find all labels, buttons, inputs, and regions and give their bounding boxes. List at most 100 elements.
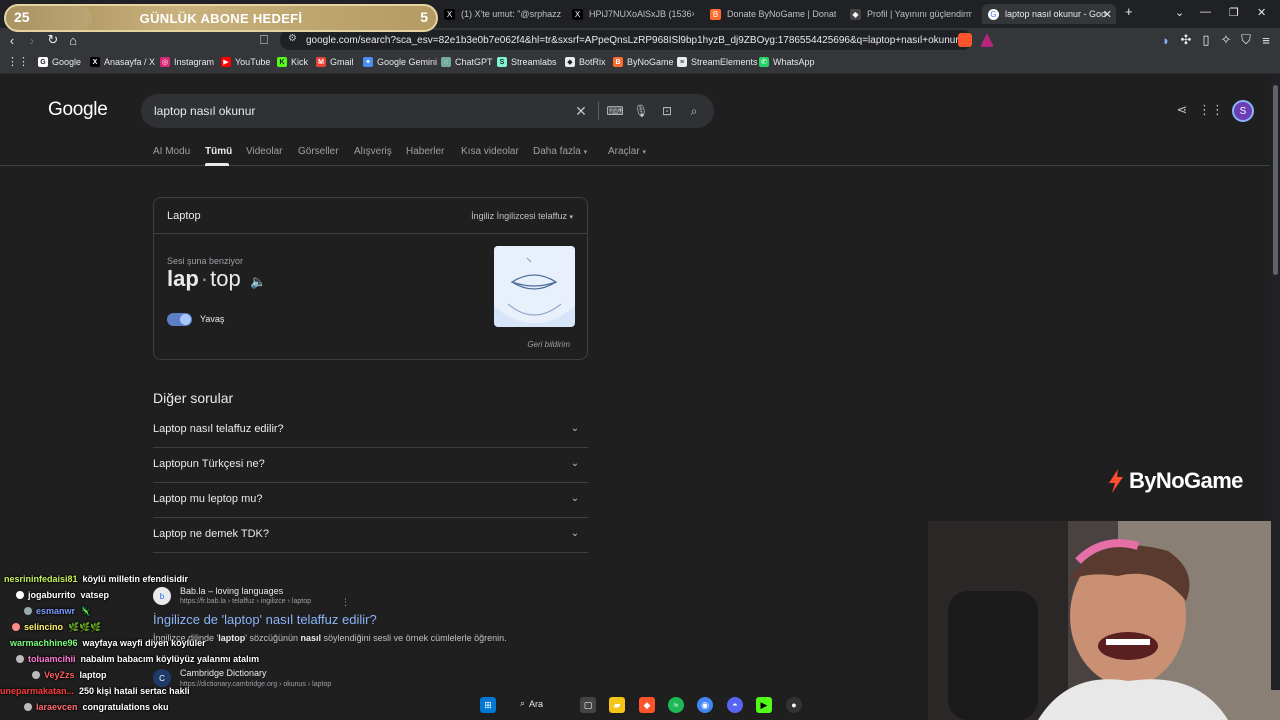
google-logo[interactable]: Google xyxy=(48,99,108,121)
browser-tab[interactable]: X HPiJ7NUXoAlSxJB (1536×2048 xyxy=(566,4,694,24)
scroll-thumb[interactable] xyxy=(1273,85,1278,275)
back-icon[interactable]: ‹ xyxy=(4,32,20,48)
apps-icon[interactable]: ⋮⋮ xyxy=(7,55,29,68)
new-tab-icon[interactable]: + xyxy=(1125,4,1133,19)
google-apps-icon[interactable]: ⋮⋮ xyxy=(1198,102,1224,118)
bookmark-item[interactable]: ✆ WhatsApp xyxy=(759,57,815,67)
tab-ai-mode[interactable]: AI Modu xyxy=(153,146,190,157)
browser-tab[interactable]: ◆ Profil | Yayınını güçlendirmek xyxy=(844,4,972,24)
bookmark-item[interactable]: X Anasayfa / X xyxy=(90,57,155,67)
result-site-name[interactable]: Cambridge Dictionary xyxy=(180,668,267,678)
speaker-icon[interactable]: 🔈 xyxy=(250,274,266,290)
chrome-icon[interactable]: ◉ xyxy=(697,697,713,713)
tab-short-videos[interactable]: Kısa videolar xyxy=(461,146,519,157)
bookmark-icon[interactable]: ⎕ xyxy=(256,32,272,48)
menu-icon[interactable]: ≡ xyxy=(1258,32,1274,48)
forward-icon[interactable]: › xyxy=(24,32,40,48)
question-item[interactable]: Laptopun Türkçesi ne? ⌄ xyxy=(153,448,588,483)
chat-username: warmachhine96 xyxy=(10,638,78,648)
result-url[interactable]: https://fr.bab.la › telaffuz › ingilizce… xyxy=(180,598,311,605)
windows-start-icon[interactable]: ⊞ xyxy=(480,697,496,713)
bookmark-item[interactable]: G Google xyxy=(38,57,81,67)
tab-tools[interactable]: Araçlar ▾ xyxy=(608,146,646,157)
browser-tab[interactable]: B Donate ByNoGame | Donation xyxy=(704,4,836,24)
brave-icon[interactable]: ◆ xyxy=(639,697,655,713)
search-icon: ⌕ xyxy=(520,698,526,708)
webcam-image xyxy=(928,521,1280,720)
minimize-icon[interactable]: — xyxy=(1200,6,1211,18)
bookmark-item[interactable]: K Kick xyxy=(277,57,308,67)
bookmark-icon: ≡ xyxy=(677,57,687,67)
goal-target: 5 xyxy=(420,9,428,25)
browser-tab-active[interactable]: G laptop nasıl okunur - Goo ✕ xyxy=(982,4,1116,24)
caret-down-icon: ▾ xyxy=(583,149,588,156)
bynogame-icon: B xyxy=(710,8,721,20)
home-icon[interactable]: ⌂ xyxy=(65,32,81,48)
bookmark-item[interactable]: ✦ Google Gemini xyxy=(363,57,437,67)
tab-news[interactable]: Haberler xyxy=(406,146,444,157)
brave-rewards-icon[interactable] xyxy=(980,33,994,47)
bookmark-item[interactable]: M Gmail xyxy=(316,57,354,67)
brave-shield-icon[interactable] xyxy=(958,33,972,47)
close-tab-icon[interactable]: ✕ xyxy=(1103,8,1112,21)
maximize-icon[interactable]: ❐ xyxy=(1229,6,1239,19)
keyboard-icon[interactable]: ⌨ xyxy=(606,103,623,119)
bookmark-item[interactable]: B ByNoGame xyxy=(613,57,674,67)
task-view-icon[interactable]: ▢ xyxy=(580,697,596,713)
search-input[interactable]: laptop nasıl okunur ✕ ⌨ 🎙 ⊡ ⌕ xyxy=(141,94,714,128)
address-bar[interactable]: ⚙ google.com/search?sca_esv=82e1b3e0b7e0… xyxy=(280,30,972,50)
bookmark-icon: ✦ xyxy=(363,57,373,67)
x-icon: X xyxy=(444,8,455,20)
site-info-icon[interactable]: ⚙ xyxy=(288,33,297,44)
reload-icon[interactable]: ↻ xyxy=(45,32,61,48)
tab-all[interactable]: Tümü xyxy=(205,146,232,157)
obs-icon[interactable]: ● xyxy=(786,697,802,713)
sidebar-icon[interactable]: ▯ xyxy=(1198,32,1214,48)
bookmark-item[interactable]: S Streamlabs xyxy=(497,57,557,67)
question-item[interactable]: Laptop ne demek TDK? ⌄ xyxy=(153,518,588,553)
search-icon[interactable]: ⌕ xyxy=(686,103,702,119)
audio-icon[interactable]: ◗ xyxy=(1158,32,1174,48)
close-window-icon[interactable]: ✕ xyxy=(1257,6,1266,19)
lens-icon[interactable]: ⊡ xyxy=(659,103,675,119)
taskbar-search[interactable]: ⌕ Ara xyxy=(520,698,543,709)
feedback-link[interactable]: Geri bildirim xyxy=(527,340,570,349)
avatar[interactable]: S xyxy=(1232,100,1254,122)
result-url[interactable]: https://dictionary.cambridge.org › okunu… xyxy=(180,681,331,688)
vpn-icon[interactable]: ⛉ xyxy=(1238,32,1254,48)
spotify-icon[interactable]: ≈ xyxy=(668,697,684,713)
bookmark-label: Kick xyxy=(291,57,309,67)
discord-icon[interactable]: ◓ xyxy=(727,697,743,713)
result-title[interactable]: İngilizce de 'laptop' nasıl telaffuz edi… xyxy=(153,612,377,627)
share-icon[interactable]: ⋖ xyxy=(1174,102,1190,118)
slow-toggle[interactable] xyxy=(167,313,192,326)
bookmark-item[interactable]: ◆ BotRix xyxy=(565,57,606,67)
leo-icon[interactable]: ✧ xyxy=(1218,32,1234,48)
chat-text: köylü milletin efendisidir xyxy=(82,574,189,584)
accent-dropdown[interactable]: İngiliz İngilizcesi telaffuz ▾ xyxy=(471,211,573,221)
more-options-icon[interactable]: ⋮ xyxy=(341,597,350,608)
extensions-icon[interactable]: ✣ xyxy=(1178,32,1194,48)
page-scrollbar[interactable] xyxy=(1271,75,1280,690)
microphone-icon[interactable]: 🎙 xyxy=(633,103,649,119)
clear-icon[interactable]: ✕ xyxy=(573,103,589,119)
kick-icon[interactable]: ▶ xyxy=(756,697,772,713)
tab-shopping[interactable]: Alışveriş xyxy=(354,146,392,157)
question-item[interactable]: Laptop nasıl telaffuz edilir? ⌄ xyxy=(153,413,588,448)
chevron-down-icon: ⌄ xyxy=(570,492,580,504)
bookmark-item[interactable]: ≡ StreamElements xyxy=(677,57,758,67)
bookmark-item[interactable]: ◎ Instagram xyxy=(160,57,214,67)
tab-label: Donate ByNoGame | Donation xyxy=(727,9,836,19)
tab-videos[interactable]: Videolar xyxy=(246,146,283,157)
question-item[interactable]: Laptop mu leptop mu? ⌄ xyxy=(153,483,588,518)
tab-images[interactable]: Görseller xyxy=(298,146,339,157)
chevron-down-icon: ⌄ xyxy=(570,457,580,469)
bynogame-mark-icon xyxy=(1109,469,1123,493)
tab-more[interactable]: Daha fazla ▾ xyxy=(533,146,587,157)
browser-tab[interactable]: X (1) X'te umut: "@srphazz @se xyxy=(438,4,564,24)
result-site-name[interactable]: Bab.la – loving languages xyxy=(180,586,283,596)
bookmark-item[interactable]: ▶ YouTube xyxy=(221,57,270,67)
tab-search-icon[interactable]: ⌄ xyxy=(1175,6,1184,19)
file-explorer-icon[interactable]: ▰ xyxy=(609,697,625,713)
bookmark-item[interactable]: ◌ ChatGPT xyxy=(441,57,493,67)
